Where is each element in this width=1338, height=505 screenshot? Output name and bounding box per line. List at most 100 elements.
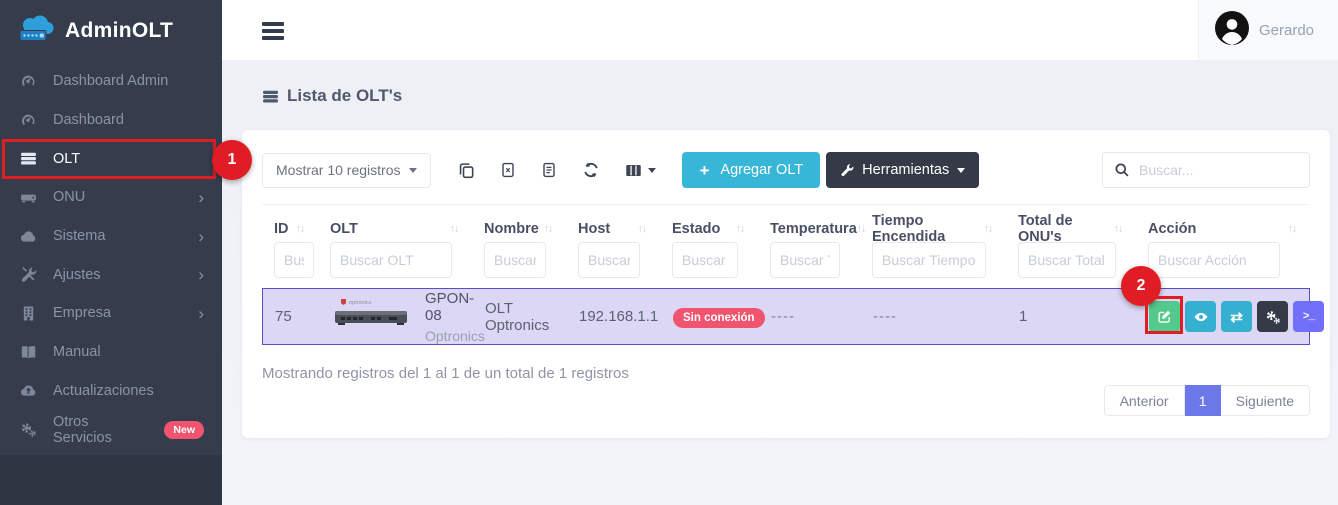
new-badge: New [164,421,204,439]
book-icon [20,344,38,361]
menu-toggle-button[interactable] [262,22,284,40]
cell-total-onus: 1 [1007,308,1137,325]
column-header-tiempo-encendida[interactable]: Tiempo Encendida↑↓ [860,213,1006,245]
sort-icon[interactable]: ↑↓ [450,223,473,235]
page-title: Lista de OLT's [262,86,402,106]
column-header-total-onus[interactable]: Total de ONU's↑↓ [1006,213,1136,245]
cloud-switch-logo-icon [14,14,58,49]
cloud-upload-icon [20,382,38,399]
view-olt-button[interactable] [1185,301,1216,332]
filter-id-input[interactable] [274,242,314,278]
app-screen: AdminOLT Dashboard Admin Dashboard OLT O… [0,0,1338,505]
terminal-olt-button[interactable]: >_ [1293,301,1324,332]
svg-text:optronics: optronics [349,300,372,306]
sidebar-item-actualizaciones[interactable]: Actualizaciones [0,372,222,411]
cell-nombre: OLT Optronics [473,300,567,334]
caret-down-icon [409,168,417,173]
tools-dropdown-button[interactable]: Herramientas [826,152,979,188]
column-header-olt[interactable]: OLT↑↓ [318,221,472,237]
filter-temperatura-input[interactable] [770,242,840,278]
column-header-host[interactable]: Host↑↓ [566,221,660,237]
filter-total-onus-input[interactable] [1018,242,1116,278]
brand-name: AdminOLT [65,19,173,43]
sidebar-item-olt[interactable]: OLT [0,139,222,178]
sidebar-item-label: Manual [53,344,101,360]
table-row[interactable]: 75 optronics GPON-08 [262,288,1310,345]
sidebar-item-sistema[interactable]: Sistema › [0,217,222,256]
export-file-button[interactable] [541,162,557,178]
pagination-page-1-button[interactable]: 1 [1185,385,1221,416]
sidebar-item-onu[interactable]: ONU › [0,178,222,217]
building-icon [20,305,38,322]
tools-label: Herramientas [862,162,949,178]
sort-icon[interactable]: ↑↓ [638,223,661,235]
user-name: Gerardo [1259,22,1314,39]
swap-connection-button[interactable]: ⇄ [1221,301,1252,332]
filter-host-input[interactable] [578,242,640,278]
pencil-square-icon [1157,309,1172,324]
column-header-temperatura[interactable]: Temperatura↑↓ [758,221,860,237]
export-excel-button[interactable] [500,162,516,178]
gears-icon [20,421,38,438]
sort-icon[interactable]: ↑↓ [736,223,759,235]
sort-icon[interactable]: ↑↓ [1288,223,1311,235]
pagination-previous-button[interactable]: Anterior [1104,385,1185,416]
filter-accion-input[interactable] [1148,242,1280,278]
column-header-id[interactable]: ID↑↓ [262,221,318,237]
sidebar-item-label: OLT [53,151,80,167]
sidebar-item-label: Empresa [53,305,111,321]
sidebar-item-dashboard-admin[interactable]: Dashboard Admin [0,62,222,101]
export-tools [458,161,656,179]
search-input[interactable] [1139,162,1298,178]
refresh-button[interactable] [582,161,600,179]
chevron-right-icon: › [198,305,204,322]
column-header-nombre[interactable]: Nombre↑↓ [472,221,566,237]
cell-olt: optronics GPON-08 Optronics [319,290,473,344]
cloud-icon [20,228,38,245]
sidebar-item-ajustes[interactable]: Ajustes › [0,255,222,294]
wrench-icon [840,163,854,177]
chevron-right-icon: › [198,228,204,245]
sidebar-item-otros-servicios[interactable]: Otros Servicios New [0,410,222,449]
sidebar-item-dashboard[interactable]: Dashboard [0,101,222,140]
show-records-dropdown[interactable]: Mostrar 10 registros [262,153,431,188]
filter-estado-input[interactable] [672,242,738,278]
records-summary: Mostrando registros del 1 al 1 de un tot… [262,365,1310,382]
sidebar-item-empresa[interactable]: Empresa › [0,294,222,333]
caret-down-icon [648,168,656,173]
table-header-row: ID↑↓ OLT↑↓ Nombre↑↓ Host↑↓ Estado↑↓ Temp… [262,204,1310,234]
column-header-estado[interactable]: Estado↑↓ [660,221,758,237]
terminal-icon: >_ [1303,311,1314,323]
avatar [1215,11,1249,50]
sort-icon[interactable]: ↑↓ [296,223,319,235]
sidebar-item-label: Otros Servicios [53,414,141,446]
column-header-accion[interactable]: Acción↑↓ [1136,221,1310,237]
table-search [1102,152,1310,188]
table-toolbar: Mostrar 10 registros [262,152,1310,188]
user-menu[interactable]: Gerardo [1198,0,1338,60]
pagination-next-button[interactable]: Siguiente [1221,385,1310,416]
filter-nombre-input[interactable] [484,242,546,278]
filter-olt-input[interactable] [330,242,452,278]
filter-tiempo-input[interactable] [872,242,986,278]
cell-id: 75 [263,308,319,325]
sidebar-item-label: Actualizaciones [53,383,154,399]
sort-icon[interactable]: ↑↓ [544,223,567,235]
sidebar-item-manual[interactable]: Manual [0,333,222,372]
add-olt-label: Agregar OLT [720,162,803,178]
edit-olt-button[interactable] [1149,301,1180,332]
column-visibility-button[interactable] [625,162,656,179]
sidebar-item-label: Sistema [53,228,105,244]
pagination: Anterior 1 Siguiente [1104,385,1310,416]
table-filter-row [262,242,1310,278]
app-logo[interactable]: AdminOLT [0,0,222,62]
sort-icon[interactable]: ↑↓ [984,223,1007,235]
sort-icon[interactable]: ↑↓ [1114,223,1137,235]
eye-icon [1193,309,1209,325]
add-olt-button[interactable]: + Agregar OLT [682,152,820,188]
gears-icon [1265,309,1281,325]
configure-olt-button[interactable] [1257,301,1288,332]
cell-accion: ⇄ >_ [1137,301,1324,332]
show-records-label: Mostrar 10 registros [276,162,400,178]
copy-button[interactable] [458,162,475,179]
